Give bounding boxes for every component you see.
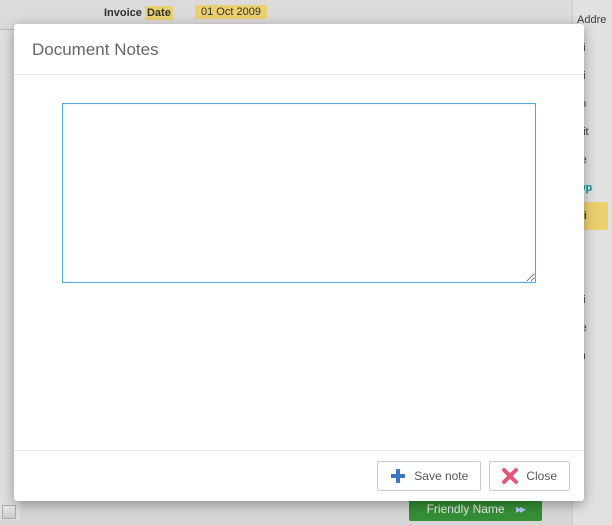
chevrons-icon: ▸▸ — [516, 502, 524, 516]
close-label: Close — [526, 469, 557, 483]
close-icon — [502, 468, 518, 484]
modal-body — [14, 75, 584, 450]
document-notes-modal: Document Notes Save note Close — [14, 24, 584, 501]
notes-textarea[interactable] — [62, 103, 536, 283]
save-note-button[interactable]: Save note — [377, 461, 481, 491]
invoice-label-prefix: Invoice — [104, 7, 145, 19]
invoice-label-highlight: Date — [145, 6, 173, 20]
close-button[interactable]: Close — [489, 461, 570, 491]
invoice-date-value: 01 Oct 2009 — [195, 5, 267, 19]
invoice-date-label: Invoice Date — [100, 5, 177, 21]
modal-footer: Save note Close — [14, 450, 584, 501]
modal-title: Document Notes — [32, 40, 566, 60]
save-note-label: Save note — [414, 469, 468, 483]
plus-icon — [390, 468, 406, 484]
friendly-name-label: Friendly Name — [427, 502, 505, 516]
bg-small-icon — [2, 505, 16, 519]
modal-header: Document Notes — [14, 24, 584, 75]
